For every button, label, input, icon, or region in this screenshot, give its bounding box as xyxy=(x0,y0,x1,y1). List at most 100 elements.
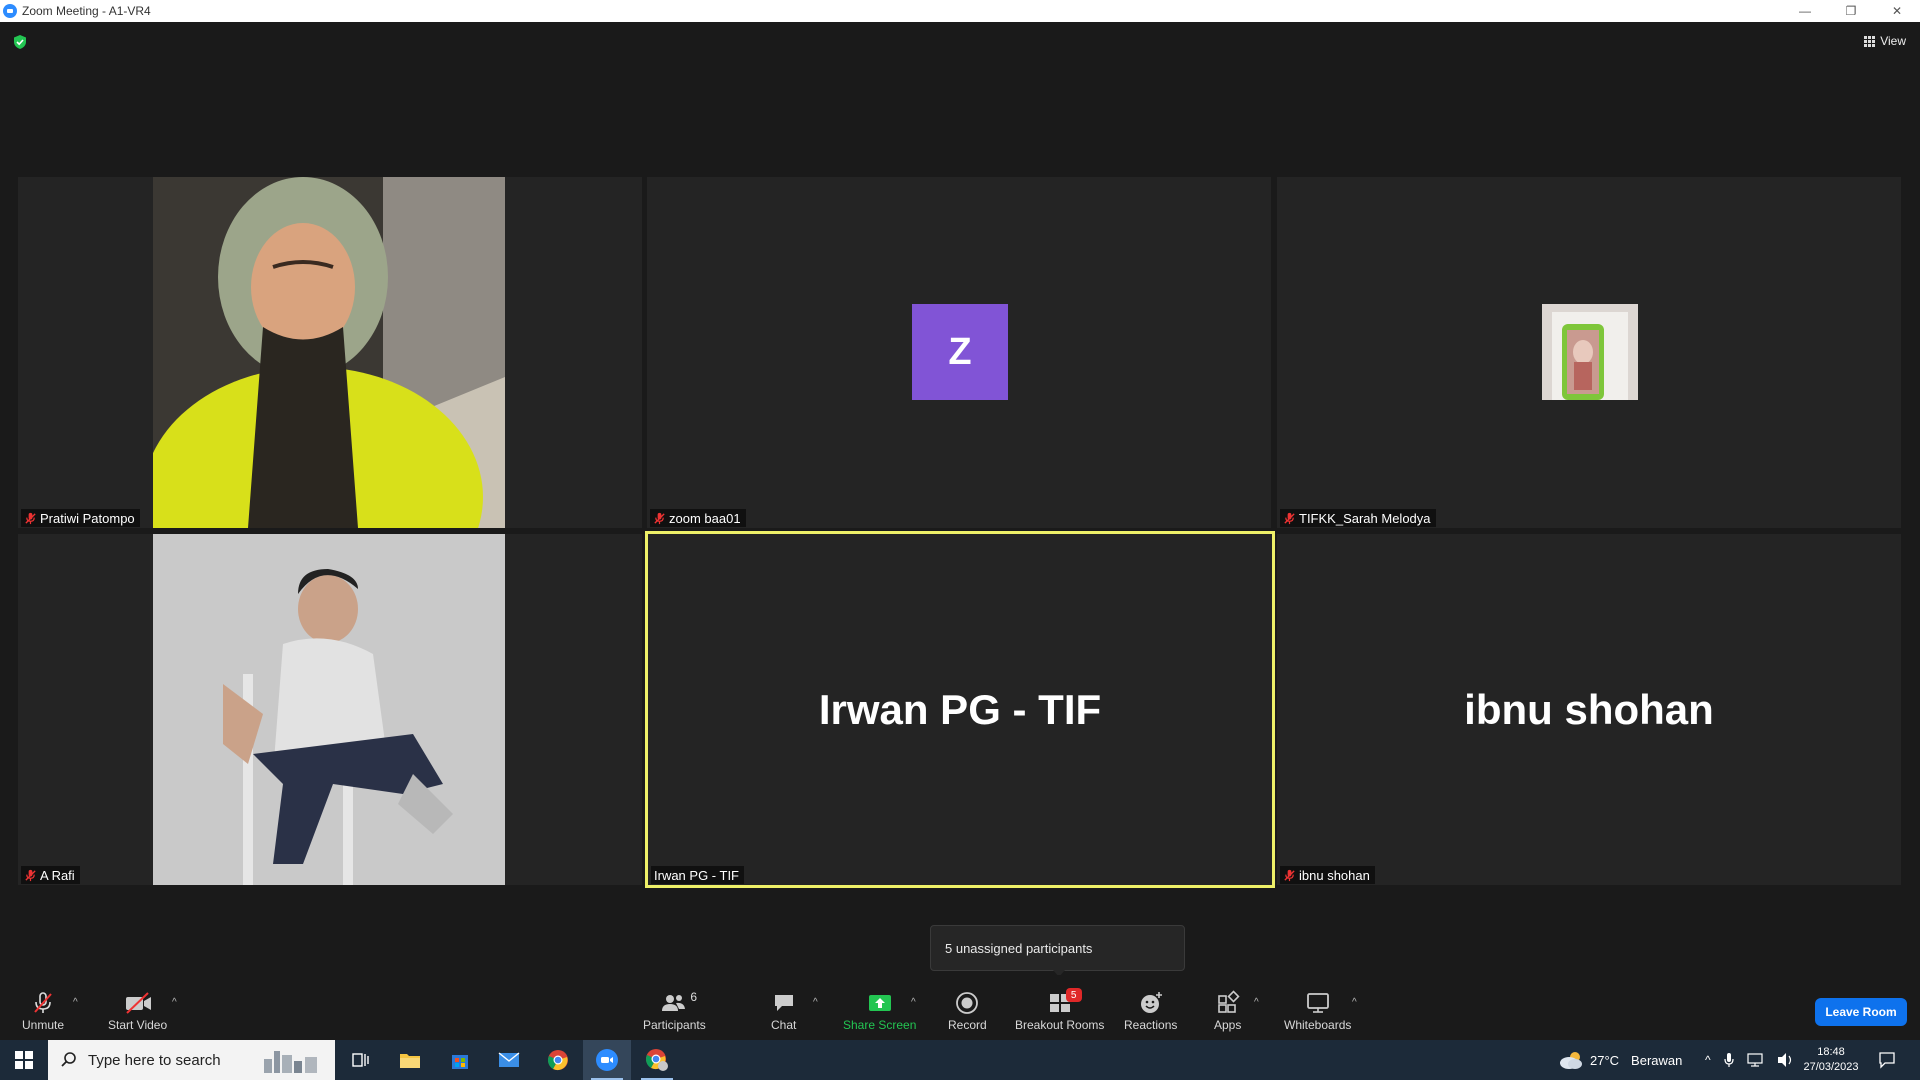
windows-logo-icon xyxy=(15,1051,33,1069)
record-label: Record xyxy=(948,1018,987,1032)
search-icon xyxy=(61,1052,76,1067)
notification-center-icon xyxy=(1879,1052,1895,1069)
participant-name: Irwan PG - TIF xyxy=(654,867,739,883)
record-icon xyxy=(956,992,979,1014)
zoom-logo-icon xyxy=(3,4,17,18)
grid-view-icon xyxy=(1864,35,1876,47)
participant-display-name: ibnu shohan xyxy=(1464,685,1714,733)
muted-microphone-icon xyxy=(34,992,52,1013)
participant-name-tag: ibnu shohan xyxy=(1280,866,1375,884)
share-screen-button[interactable]: Share Screen xyxy=(843,990,916,1032)
close-window-button[interactable]: ✕ xyxy=(1874,0,1920,22)
window-titlebar: Zoom Meeting - A1-VR4 — ❐ ✕ xyxy=(0,0,1920,22)
participant-name: zoom baa01 xyxy=(669,510,741,526)
reactions-button[interactable]: Reactions xyxy=(1124,990,1177,1032)
chat-bubble-icon xyxy=(774,995,793,1011)
microsoft-store-button[interactable] xyxy=(436,1040,484,1080)
tooltip-text: 5 unassigned participants xyxy=(945,940,1093,956)
chat-button[interactable]: Chat xyxy=(771,990,796,1032)
folder-icon xyxy=(400,1054,420,1068)
show-hidden-icons-chevron-icon[interactable]: ^ xyxy=(1705,1053,1711,1067)
apps-label: Apps xyxy=(1214,1018,1242,1032)
participants-label: Participants xyxy=(643,1018,706,1032)
chrome-icon xyxy=(548,1050,568,1071)
zoom-taskbar-button[interactable] xyxy=(583,1040,631,1080)
avatar: Z xyxy=(912,304,1008,400)
start-button[interactable] xyxy=(0,1040,48,1080)
network-icon[interactable] xyxy=(1747,1052,1765,1068)
notifications-button[interactable] xyxy=(1865,1040,1909,1080)
task-view-button[interactable] xyxy=(336,1040,384,1080)
muted-mic-icon xyxy=(654,512,665,524)
mail-button[interactable] xyxy=(485,1040,533,1080)
reactions-smiley-icon xyxy=(1140,992,1162,1013)
participant-name: TIFKK_Sarah Melodya xyxy=(1299,510,1431,526)
share-options-caret-icon[interactable]: ^ xyxy=(911,997,916,1008)
video-tile[interactable]: Z zoom baa01 xyxy=(647,177,1271,528)
record-button[interactable]: Record xyxy=(948,990,987,1032)
video-tile[interactable]: A Rafi xyxy=(18,534,642,885)
participants-icon xyxy=(662,995,686,1011)
weather-widget[interactable]: 27°C Berawan xyxy=(1558,1040,1682,1080)
mail-icon xyxy=(498,1052,520,1067)
participant-name-tag: zoom baa01 xyxy=(650,509,746,527)
muted-mic-icon xyxy=(1284,869,1295,881)
clock-date: 27/03/2023 xyxy=(1803,1061,1859,1073)
video-tile[interactable]: Pratiwi Patompo xyxy=(18,177,642,528)
profile-picture xyxy=(1542,304,1638,400)
video-tile[interactable]: TIFKK_Sarah Melodya xyxy=(1277,177,1901,528)
muted-mic-icon xyxy=(25,512,36,524)
participants-button[interactable]: 6 Participants xyxy=(643,990,706,1032)
video-tile-active-speaker[interactable]: Irwan PG - TIF Irwan PG - TIF xyxy=(645,531,1275,888)
minimize-button[interactable]: — xyxy=(1782,0,1828,22)
video-options-caret-icon[interactable]: ^ xyxy=(172,997,177,1008)
breakout-rooms-label: Breakout Rooms xyxy=(1015,1018,1105,1032)
start-video-label: Start Video xyxy=(108,1018,168,1032)
share-screen-label: Share Screen xyxy=(843,1018,917,1032)
chrome-button[interactable] xyxy=(534,1040,582,1080)
apps-button[interactable]: Apps xyxy=(1214,990,1241,1032)
cloudy-weather-icon xyxy=(1560,1052,1582,1069)
participant-name-tag: TIFKK_Sarah Melodya xyxy=(1280,509,1436,527)
whiteboards-button[interactable]: Whiteboards xyxy=(1284,990,1351,1032)
participant-name-tag: Irwan PG - TIF xyxy=(651,866,744,884)
chrome-profile-icon xyxy=(646,1049,668,1071)
whiteboards-label: Whiteboards xyxy=(1284,1018,1352,1032)
audio-options-caret-icon[interactable]: ^ xyxy=(73,997,78,1008)
breakout-tooltip: 5 unassigned participants xyxy=(930,925,1185,977)
video-tile[interactable]: ibnu shohan ibnu shohan xyxy=(1277,534,1901,885)
whiteboard-icon xyxy=(1306,993,1329,1013)
view-button[interactable]: View xyxy=(1864,34,1906,48)
start-video-button[interactable]: Start Video xyxy=(108,990,167,1032)
microphone-in-use-icon[interactable] xyxy=(1723,1052,1735,1068)
chat-label: Chat xyxy=(771,1018,797,1032)
encryption-shield-icon[interactable] xyxy=(12,34,28,55)
unmute-button[interactable]: Unmute xyxy=(22,990,64,1032)
participants-count: 6 xyxy=(690,990,698,1004)
weather-temperature: 27°C xyxy=(1590,1052,1620,1068)
windows-taskbar: Type here to search 27°C Berawan ^ 18:48… xyxy=(0,1040,1920,1080)
leave-room-button[interactable]: Leave Room xyxy=(1815,998,1907,1026)
share-screen-icon xyxy=(868,995,891,1011)
apps-options-caret-icon[interactable]: ^ xyxy=(1254,997,1259,1008)
view-label: View xyxy=(1880,34,1906,48)
taskbar-search-box[interactable]: Type here to search xyxy=(48,1040,335,1080)
participant-display-name: Irwan PG - TIF xyxy=(818,685,1102,733)
breakout-rooms-button[interactable]: 5 Breakout Rooms xyxy=(1015,988,1105,1032)
store-bag-icon xyxy=(452,1055,468,1069)
participant-name: Pratiwi Patompo xyxy=(40,510,135,526)
participant-video-feed xyxy=(153,177,505,528)
participant-name: ibnu shohan xyxy=(1299,867,1370,883)
whiteboards-options-caret-icon[interactable]: ^ xyxy=(1352,997,1357,1008)
participant-video-feed xyxy=(153,534,505,885)
clock-time: 18:48 xyxy=(1817,1046,1845,1058)
chrome-profile-button[interactable] xyxy=(633,1040,681,1080)
file-explorer-button[interactable] xyxy=(386,1040,434,1080)
participant-name-tag: A Rafi xyxy=(21,866,80,884)
restore-button[interactable]: ❐ xyxy=(1828,0,1874,22)
chat-options-caret-icon[interactable]: ^ xyxy=(813,997,818,1008)
search-placeholder: Type here to search xyxy=(88,1051,221,1069)
clock[interactable]: 18:48 27/03/2023 xyxy=(1800,1040,1862,1080)
unmute-label: Unmute xyxy=(22,1018,65,1032)
volume-icon[interactable] xyxy=(1777,1052,1795,1068)
